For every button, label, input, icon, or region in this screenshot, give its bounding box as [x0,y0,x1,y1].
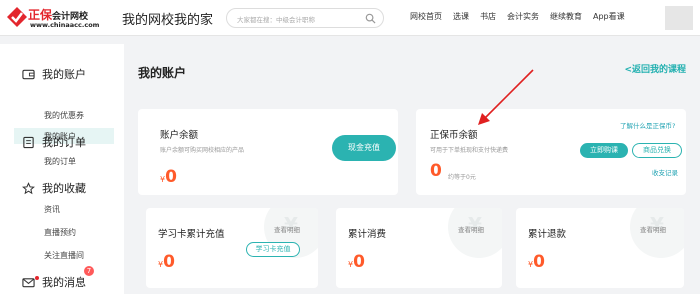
study-card-amount: ¥0 [158,252,175,272]
coin-balance-card: 正保币余额 了解什么是正保币? 可用于下单抵现和支付快递费 0 约等于0元 立即… [416,109,686,195]
mail-icon [22,277,35,287]
sidebar-section-favorites[interactable]: 我的收藏 [22,180,86,196]
logo-mark-icon [7,7,27,27]
unread-dot [35,276,39,280]
card-title: 学习卡累计充值 [158,229,225,240]
account-balance-card: 账户余额 账户余额可购买网校相应的产品 ¥0 现金充值 [138,109,398,195]
sidebar-item-followed-live-rooms[interactable]: 关注直播间 [44,250,84,261]
star-icon [22,181,35,194]
card-title: 累计退款 [528,229,567,240]
view-details-link[interactable]: 查看明细 [274,224,300,234]
search-placeholder: 大家都在搜：中级会计职称 [237,16,315,24]
order-icon [23,136,34,148]
total-spending-card: ¥ 累计消费 查看明细 ¥0 [336,208,502,288]
study-card-recharge-button[interactable]: 学习卡充值 [246,242,300,257]
sidebar-section-messages[interactable]: 我的消息 [22,274,86,290]
site-title: 我的网校我的家 [122,13,214,28]
avatar[interactable] [665,6,693,30]
total-refund-card: ¥ 累计退款 查看明细 ¥0 [516,208,684,288]
wallet-icon [22,69,35,79]
account-balance-amount: ¥0 [160,167,177,187]
card-description: 可用于下单抵现和支付快递费 [430,147,509,154]
nav-home[interactable]: 网校首页 [410,11,442,22]
buy-course-button[interactable]: 立即购课 [580,143,628,158]
card-title: 账户余额 [160,130,199,141]
product-exchange-button[interactable]: 商品兑换 [632,143,682,158]
nav-courses[interactable]: 选课 [453,11,469,22]
sidebar-item-news[interactable]: 资讯 [44,204,60,215]
sidebar-item-orders[interactable]: 我的订单 [44,156,76,167]
main-content: 我的账户 <返回我的课程 账户余额 账户余额可购买网校相应的产品 ¥0 现金充值… [124,44,700,294]
sidebar-item-live-booking[interactable]: 直播预约 [44,227,76,238]
search-input[interactable]: 大家都在搜：中级会计职称 [226,8,384,28]
nav-bookstore[interactable]: 书店 [480,11,496,22]
transaction-history-link[interactable]: 收支记录 [652,167,678,177]
cash-recharge-button[interactable]: 现金充值 [332,135,396,161]
card-title: 累计消费 [348,229,387,240]
top-header: 正保会计网校 www.chinaacc.com 我的网校我的家 大家都在搜：中级… [0,0,700,36]
total-spending-amount: ¥0 [348,252,365,272]
back-to-courses-link[interactable]: <返回我的课程 [624,62,686,75]
sidebar-section-orders[interactable]: 我的订单 [22,134,86,150]
card-description: 账户余额可购买网校相应的产品 [160,147,245,154]
nav-app[interactable]: App看课 [593,11,625,22]
sidebar-item-coupons[interactable]: 我的优惠券 [44,110,84,121]
total-refund-amount: ¥0 [528,252,545,272]
study-card-recharge-card: ¥ 学习卡累计充值 查看明细 ¥0 学习卡充值 [146,208,318,288]
search-icon[interactable] [365,13,376,24]
coin-equivalent: 约等于0元 [448,174,476,181]
message-count-badge: 7 [84,266,94,276]
sidebar-section-account[interactable]: 我的账户 [22,66,86,82]
annotation-arrow-icon [478,69,534,125]
view-details-link[interactable]: 查看明细 [458,224,484,234]
logo-url: www.chinaacc.com [30,21,100,29]
view-details-link[interactable]: 查看明细 [640,224,666,234]
nav-accounting-practice[interactable]: 会计实务 [507,11,539,22]
nav-continuing-education[interactable]: 继续教育 [550,11,582,22]
site-logo[interactable]: 正保会计网校 www.chinaacc.com [6,4,106,32]
top-nav: 网校首页 选课 书店 会计实务 继续教育 App看课 [410,11,625,22]
coin-balance-amount: 0 [430,161,442,181]
coin-help-link[interactable]: 了解什么是正保币? [620,120,675,130]
sidebar: 我的账户 我的账户 我的优惠券 我的订单 我的订单 我的收藏 资讯 直播预约 关… [0,44,124,294]
page-title: 我的账户 [138,66,187,80]
